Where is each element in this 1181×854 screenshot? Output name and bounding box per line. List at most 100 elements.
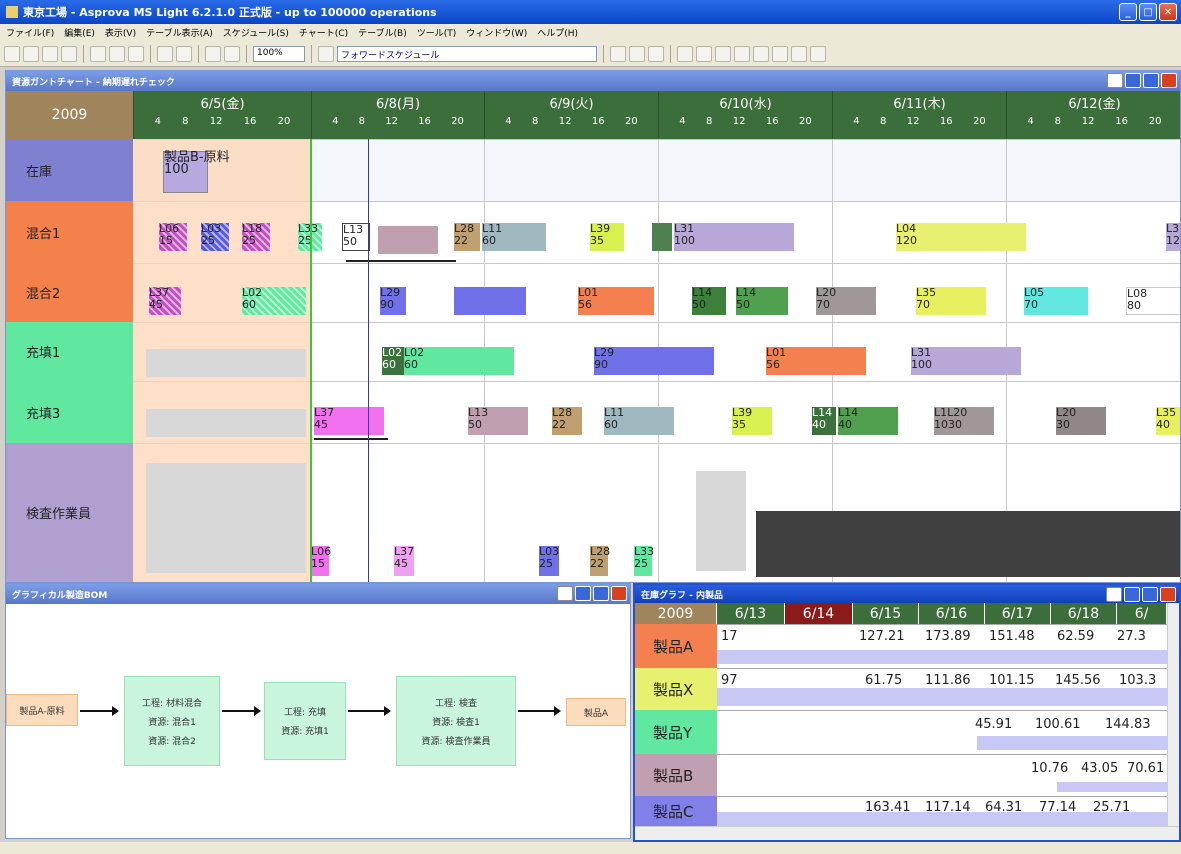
save-icon[interactable]: [42, 45, 58, 62]
item-view-icon[interactable]: [772, 45, 788, 62]
operation-bar[interactable]: L01 56: [766, 347, 866, 375]
operation-bar[interactable]: L04 120: [896, 223, 1026, 251]
gantt-maximize-button[interactable]: [1143, 73, 1159, 88]
bom-input-item[interactable]: 製品A-原料: [6, 694, 78, 726]
operation-bar[interactable]: L14 50: [736, 287, 788, 315]
new-file-icon[interactable]: [4, 45, 20, 62]
operation-bar[interactable]: L31 100: [911, 347, 1021, 375]
operation-bar[interactable]: L35 70: [916, 287, 986, 315]
bom-process-inspect[interactable]: 工程: 検査 資源: 検査1 資源: 検査作業員: [396, 676, 516, 766]
resource-fill3[interactable]: 充填3: [6, 381, 133, 443]
operation-bar[interactable]: L06 15: [311, 546, 331, 576]
operation-bar[interactable]: L33 25: [634, 546, 654, 576]
inv-close-button[interactable]: [1160, 587, 1176, 602]
operation-bar[interactable]: [652, 223, 672, 251]
menu-table-view[interactable]: テーブル表示(A): [146, 26, 213, 39]
bom-process-mix[interactable]: 工程: 材料混合 資源: 混合1 資源: 混合2: [124, 676, 220, 766]
inventory-row-label[interactable]: 製品X: [635, 668, 717, 710]
operation-bar[interactable]: [454, 287, 526, 315]
horizontal-scrollbar[interactable]: [635, 826, 1179, 840]
menu-view[interactable]: 表示(V): [105, 26, 136, 39]
bom-maximize-button[interactable]: [593, 586, 609, 601]
schedule-icon[interactable]: [318, 45, 334, 62]
operation-bar[interactable]: [378, 226, 438, 254]
inventory-row-label[interactable]: 製品C: [635, 796, 717, 826]
resource-fill1[interactable]: 充填1: [6, 322, 133, 381]
operation-bar[interactable]: L02 60: [242, 287, 306, 315]
gantt-close-button[interactable]: [1161, 73, 1177, 88]
menu-chart[interactable]: チャート(C): [299, 26, 348, 39]
operation-bar[interactable]: L35 40: [1156, 407, 1180, 435]
inventory-row-label[interactable]: 製品B: [635, 754, 717, 796]
forward-arrow-icon[interactable]: [224, 45, 240, 62]
operation-bar[interactable]: L01 56: [578, 287, 654, 315]
menu-schedule[interactable]: スケジュール(S): [223, 26, 289, 39]
copy-icon[interactable]: [109, 45, 125, 62]
inv-maximize-button[interactable]: [1142, 587, 1158, 602]
order-view-icon[interactable]: [753, 45, 769, 62]
back-arrow-icon[interactable]: [205, 45, 221, 62]
operation-bar[interactable]: L39 35: [732, 407, 772, 435]
table-view-icon[interactable]: [696, 45, 712, 62]
inv-minimize-button[interactable]: [1124, 587, 1140, 602]
chart-view-icon[interactable]: [677, 45, 693, 62]
resource-mix2[interactable]: 混合2: [6, 263, 133, 322]
menu-table[interactable]: テーブル(B): [358, 26, 407, 39]
operation-bar[interactable]: L11 60: [482, 223, 546, 251]
menu-edit[interactable]: 編集(E): [64, 26, 95, 39]
operation-bar[interactable]: L20 70: [816, 287, 876, 315]
menu-file[interactable]: ファイル(F): [6, 26, 54, 39]
operation-bar[interactable]: L1L20 1030: [934, 407, 994, 435]
operation-bar[interactable]: L37 45: [314, 407, 384, 435]
schedule-parameter-select[interactable]: フォワードスケジュール: [337, 45, 597, 62]
menu-help[interactable]: ヘルプ(H): [537, 26, 578, 39]
operation-bar[interactable]: L3 12: [1166, 223, 1180, 251]
zoom-select[interactable]: 100%: [253, 45, 305, 62]
operation-bar[interactable]: L02 60: [404, 347, 514, 375]
resource-mix1[interactable]: 混合1: [6, 201, 133, 263]
menu-window[interactable]: ウィンドウ(W): [466, 26, 527, 39]
operation-bar[interactable]: L13 50: [468, 407, 528, 435]
gantt-minimize-button[interactable]: [1125, 73, 1141, 88]
resource-view-icon[interactable]: [734, 45, 750, 62]
inventory-view-icon[interactable]: [810, 45, 826, 62]
open-folder-icon[interactable]: [23, 45, 39, 62]
operation-bar[interactable]: L29 90: [594, 347, 714, 375]
operation-bar[interactable]: L05 70: [1024, 287, 1088, 315]
maximize-button[interactable]: □: [1139, 3, 1157, 21]
bom-view-icon[interactable]: [791, 45, 807, 62]
operation-bar[interactable]: L18 25: [242, 223, 270, 251]
operation-bar[interactable]: L08 80: [1126, 287, 1180, 315]
operation-bar[interactable]: L39 35: [590, 223, 624, 251]
operation-bar[interactable]: L06 15: [159, 223, 187, 251]
operation-bar[interactable]: L37 45: [394, 546, 414, 576]
operation-bar[interactable]: L14 40: [838, 407, 898, 435]
inventory-row-label[interactable]: 製品A: [635, 624, 717, 668]
inventory-row-label[interactable]: 製品Y: [635, 710, 717, 754]
redo-icon[interactable]: [176, 45, 192, 62]
cut-icon[interactable]: [90, 45, 106, 62]
operation-bar[interactable]: L11 60: [604, 407, 674, 435]
operation-bar[interactable]: L28 22: [590, 546, 610, 576]
operation-bar[interactable]: L14 40: [812, 407, 836, 435]
pin-icon[interactable]: [1106, 587, 1122, 602]
vertical-scrollbar[interactable]: [1167, 603, 1179, 826]
operation-bar[interactable]: L31 100: [674, 223, 794, 251]
resource-inspector[interactable]: 検査作業員: [6, 443, 133, 582]
menu-tools[interactable]: ツール(T): [417, 26, 457, 39]
operation-bar[interactable]: L29 90: [380, 287, 406, 315]
bom-process-fill[interactable]: 工程: 充填 資源: 充填1: [264, 682, 346, 760]
flag-icon[interactable]: [629, 45, 645, 62]
paste-icon[interactable]: [128, 45, 144, 62]
minimize-button[interactable]: _: [1119, 3, 1137, 21]
operation-bar[interactable]: L03 25: [539, 546, 559, 576]
print-icon[interactable]: [61, 45, 77, 62]
close-button[interactable]: ✕: [1159, 3, 1177, 21]
bom-minimize-button[interactable]: [575, 586, 591, 601]
operation-bar[interactable]: L03 25: [201, 223, 229, 251]
pin-icon[interactable]: [1107, 73, 1123, 88]
stock-bar[interactable]: 製品B-原料 100: [163, 151, 230, 193]
bom-output-item[interactable]: 製品A: [566, 698, 626, 726]
delete-icon[interactable]: [648, 45, 664, 62]
pin-icon[interactable]: [557, 586, 573, 601]
